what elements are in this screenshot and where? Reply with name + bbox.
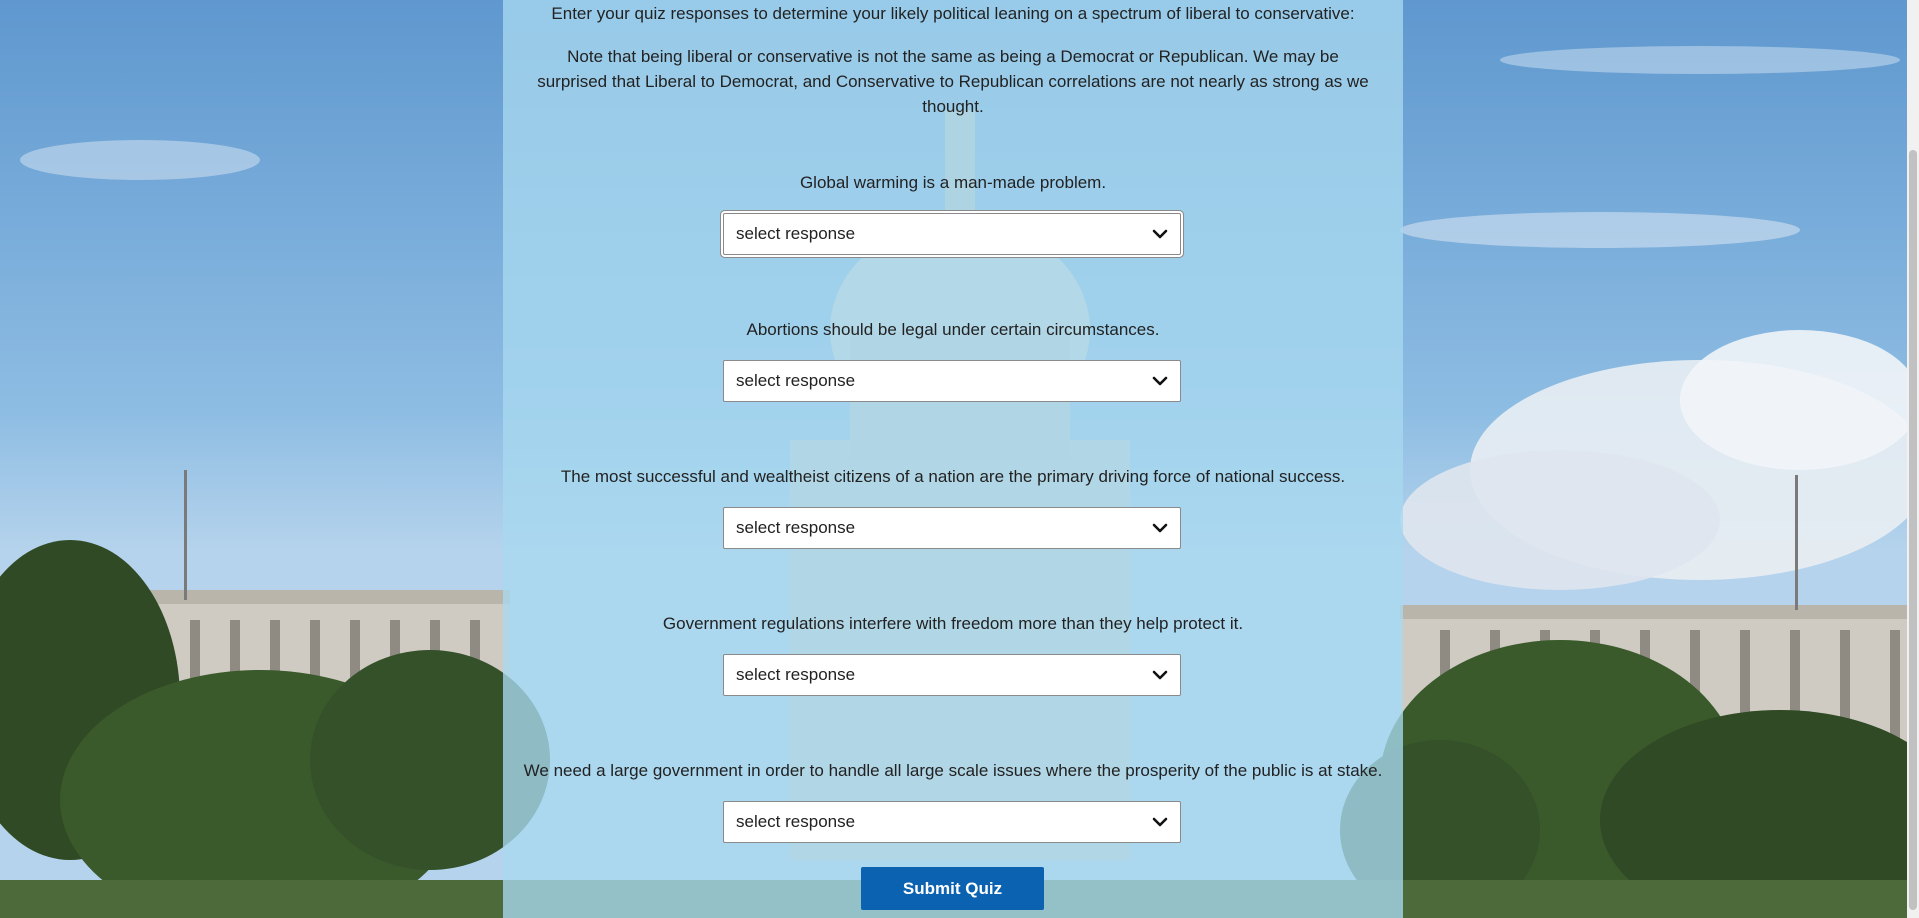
question-5-select-value: select response (736, 812, 856, 831)
page: Enter your quiz responses to determine y… (0, 0, 1919, 918)
question-2-text: Abortions should be legal under certain … (746, 320, 1160, 339)
question-4-select[interactable]: select response (723, 654, 1181, 696)
question-3-text: The most successful and wealtheist citiz… (560, 467, 1346, 486)
question-4-text: Government regulations interfere with fr… (662, 614, 1244, 633)
question-3-select-value: select response (736, 518, 856, 537)
question-1-select[interactable]: select response (723, 213, 1181, 255)
chevron-down-icon (1152, 817, 1168, 827)
chevron-down-icon (1152, 670, 1168, 680)
submit-quiz-button[interactable]: Submit Quiz (861, 867, 1044, 910)
chevron-down-icon (1152, 523, 1168, 533)
page-scrollbar[interactable] (1907, 0, 1919, 918)
question-5-select[interactable]: select response (723, 801, 1181, 843)
quiz-panel: Enter your quiz responses to determine y… (503, 0, 1403, 918)
question-5-text: We need a large government in order to h… (523, 761, 1383, 780)
chevron-down-icon (1152, 376, 1168, 386)
question-3-select[interactable]: select response (723, 507, 1181, 549)
intro-text: Enter your quiz responses to determine y… (551, 4, 1355, 23)
question-2-select-value: select response (736, 371, 856, 390)
chevron-down-icon (1152, 229, 1168, 239)
question-2-select[interactable]: select response (723, 360, 1181, 402)
question-1-text: Global warming is a man-made problem. (799, 173, 1107, 192)
note-text: Note that being liberal or conservative … (537, 47, 1369, 116)
question-1-select-value: select response (736, 224, 856, 243)
question-4-select-value: select response (736, 665, 856, 684)
scrollbar-thumb[interactable] (1909, 150, 1917, 910)
